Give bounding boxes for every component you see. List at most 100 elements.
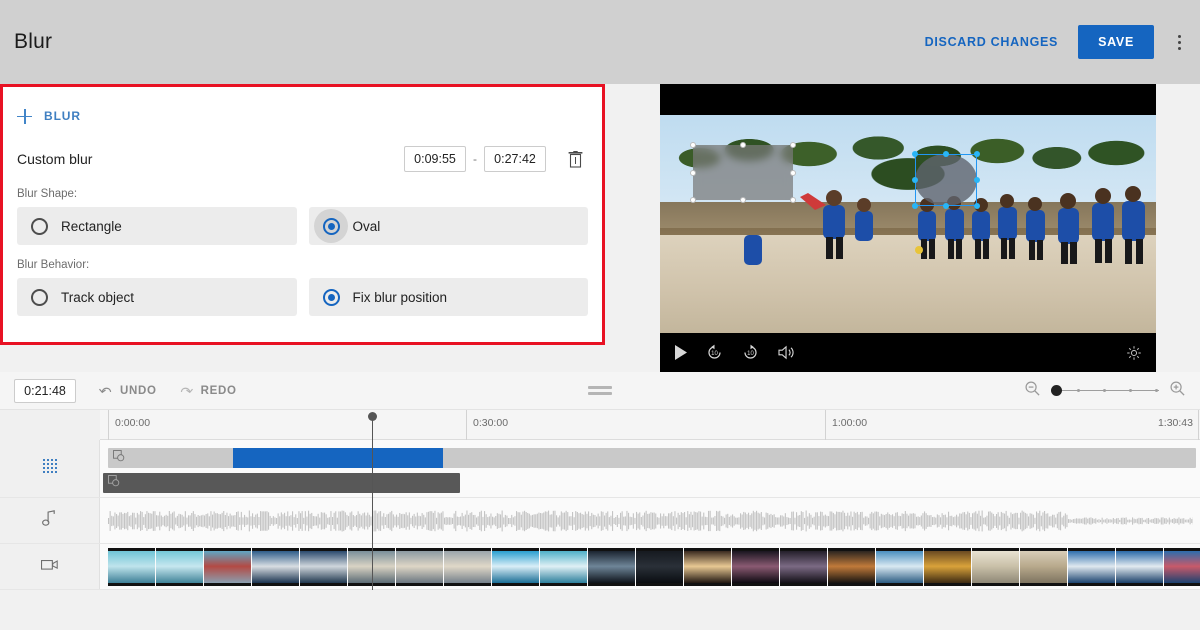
video-preview[interactable]: 10 10 [660,84,1156,372]
track-effects-gutter [0,440,100,497]
svg-text:10: 10 [711,351,718,357]
custom-blur-label: Custom blur [17,151,93,167]
music-note-icon [42,509,57,532]
filmstrip-thumb[interactable] [876,548,923,586]
option-oval[interactable]: Oval [308,207,588,245]
zoom-out-icon[interactable] [1024,380,1041,402]
track-video[interactable] [0,544,1200,590]
filmstrip-thumb[interactable] [1164,548,1200,586]
track-video-body[interactable] [100,544,1200,589]
filmstrip-thumb[interactable] [396,548,443,586]
filmstrip-thumb[interactable] [588,548,635,586]
save-button[interactable]: SAVE [1078,25,1154,59]
filmstrip-thumb[interactable] [204,548,251,586]
filmstrip-thumb[interactable] [156,548,203,586]
timeline-footer [0,590,1200,630]
filmstrip-thumb[interactable] [1116,548,1163,586]
ruler-tick-2: 1:00:00 [825,410,867,440]
blur-behavior-label: Blur Behavior: [17,259,90,271]
playhead[interactable] [368,412,377,590]
filmstrip-thumb[interactable] [684,548,731,586]
track-video-gutter [0,544,100,589]
forward-10-icon[interactable]: 10 [742,344,759,361]
video-filmstrip[interactable] [108,548,1200,586]
add-blur-button[interactable]: BLUR [17,100,588,132]
timeline-ruler[interactable]: 0:00:00 0:30:00 1:00:00 1:30:43 [0,410,1200,440]
track-effects[interactable] [0,440,1200,498]
add-blur-label: BLUR [44,109,81,123]
zoom-in-icon[interactable] [1169,380,1186,402]
filmstrip-thumb[interactable] [108,548,155,586]
track-object-radio[interactable] [31,288,48,306]
ruler-tick-0: 0:00:00 [108,410,150,440]
filmstrip-thumb[interactable] [540,548,587,586]
track-audio-body[interactable] [100,498,1200,543]
video-frame [660,115,1156,333]
filmstrip-thumb[interactable] [924,548,971,586]
blur-grid-icon [42,458,58,479]
filmstrip-thumb[interactable] [780,548,827,586]
track-object-radio-wrap [31,288,48,306]
filmstrip-thumb[interactable] [636,548,683,586]
fix-blur-position-radio[interactable] [322,288,340,306]
filmstrip-thumb[interactable] [972,548,1019,586]
audio-waveform [108,510,1193,532]
option-track-object[interactable]: Track object [17,278,297,316]
time-range-group: - [404,146,546,172]
redo-button[interactable]: REDO [179,384,237,397]
zoom-slider-thumb[interactable] [1051,385,1062,396]
gear-icon[interactable] [1126,345,1142,361]
blur-clip-selected-range[interactable] [233,448,443,468]
ruler-tick-end: 1:30:43 [1158,410,1199,440]
timeline-toolbar: 0:21:48 UNDO REDO [0,372,1200,410]
track-effects-body[interactable] [100,440,1200,497]
oval-radio[interactable] [322,217,340,235]
rectangle-radio[interactable] [31,217,48,235]
filmstrip-thumb[interactable] [492,548,539,586]
filmstrip-thumb[interactable] [828,548,875,586]
option-fix-blur-position-label: Fix blur position [352,289,448,305]
rectangle-radio-wrap [31,217,48,235]
playhead-knob[interactable] [368,412,377,421]
trash-icon[interactable] [562,145,588,173]
filmstrip-thumb[interactable] [444,548,491,586]
filmstrip-thumb[interactable] [732,548,779,586]
redo-label: REDO [200,384,237,397]
top-bar: Blur DISCARD CHANGES SAVE [0,0,1200,84]
undo-label: UNDO [120,384,157,397]
option-rectangle[interactable]: Rectangle [17,207,297,245]
ruler-label-0: 0:00:00 [115,417,151,429]
current-time-badge[interactable]: 0:21:48 [14,378,76,403]
ruler-gutter [0,410,100,440]
filmstrip-thumb[interactable] [252,548,299,586]
play-icon[interactable] [674,345,687,360]
volume-icon[interactable] [778,345,795,360]
filmstrip-thumb[interactable] [300,548,347,586]
page-title: Blur [14,30,53,53]
trash-icon-svg [568,150,582,168]
option-oval-label: Oval [352,218,381,234]
blur-edit-panel: BLUR Custom blur - Blur Shape: [0,84,605,345]
time-range-separator: - [473,152,477,166]
timeline-tracks [0,440,1200,590]
filmstrip-thumb[interactable] [1020,548,1067,586]
blur-behavior-options: Track object Fix blur position [17,278,588,316]
blur-start-time-input[interactable] [404,146,466,172]
option-rectangle-label: Rectangle [61,218,122,234]
drag-handle-icon[interactable] [588,386,612,395]
svg-text:10: 10 [747,351,754,357]
undo-button[interactable]: UNDO [98,384,157,397]
track-audio[interactable] [0,498,1200,544]
ruler-tick-1: 0:30:00 [466,410,508,440]
option-fix-blur-position[interactable]: Fix blur position [308,278,588,316]
ruler-label-1: 0:30:00 [473,417,509,429]
zoom-slider[interactable] [1051,384,1159,398]
kebab-menu-icon[interactable] [1168,27,1190,57]
blur-clip-unselected[interactable] [108,448,1196,468]
discard-changes-button[interactable]: DISCARD CHANGES [919,27,1064,57]
blur-end-time-input[interactable] [484,146,546,172]
video-camera-icon [40,558,59,576]
blur-clip-dark[interactable] [103,473,460,493]
filmstrip-thumb[interactable] [1068,548,1115,586]
replay-10-icon[interactable]: 10 [706,344,723,361]
